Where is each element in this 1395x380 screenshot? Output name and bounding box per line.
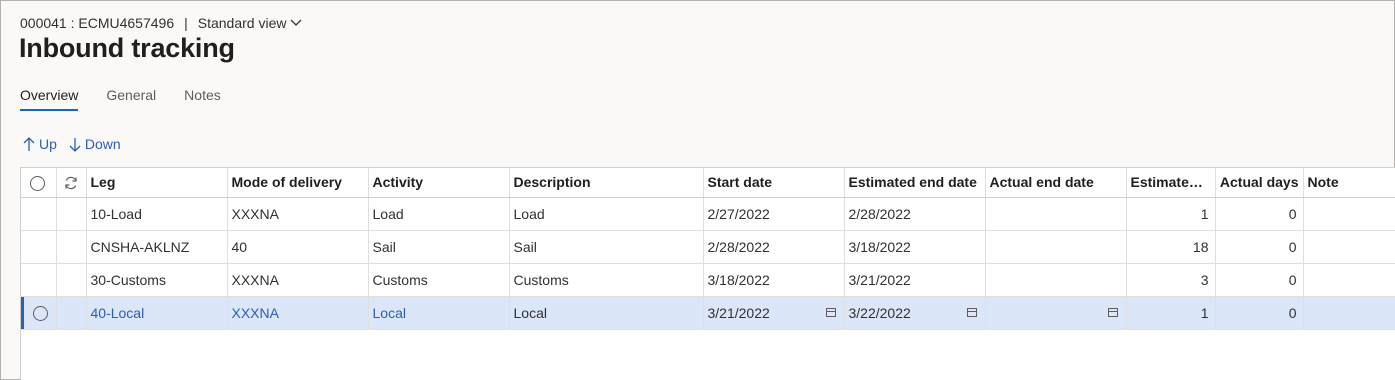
refresh-icon[interactable] (64, 176, 78, 190)
cell-note[interactable] (1303, 296, 1395, 330)
cell-estimated-days[interactable]: 3 (1126, 263, 1216, 297)
cell-activity[interactable]: Load (368, 197, 510, 231)
down-button-label: Down (84, 136, 121, 152)
table-row[interactable]: 30-Customs XXXNA Customs Customs 3/18/20… (21, 263, 1395, 297)
calendar-icon[interactable] (825, 307, 836, 317)
view-selector-label: Standard view (197, 15, 287, 31)
cell-estimated-days[interactable]: 1 (1126, 296, 1216, 330)
cell-mode[interactable]: XXXNA (227, 263, 369, 297)
col-header-actual-days[interactable]: Actual days (1215, 168, 1304, 198)
tab-notes[interactable]: Notes (184, 85, 221, 111)
record-id: 000041 : ECMU4657496 (20, 15, 175, 31)
col-header-estimated-end-date[interactable]: Estimated end date (844, 168, 986, 198)
cell-actual-end-date[interactable] (985, 296, 1127, 330)
up-button[interactable]: Up (23, 136, 57, 152)
cell-note[interactable] (1303, 230, 1395, 264)
chevron-down-icon (291, 19, 302, 26)
tab-overview[interactable]: Overview (20, 85, 79, 111)
col-header-actual-end-date[interactable]: Actual end date (985, 168, 1127, 198)
col-header-start-date[interactable]: Start date (703, 168, 845, 198)
col-header-description[interactable]: Description (509, 168, 704, 198)
header-separator: | (184, 15, 188, 31)
select-all-header[interactable] (21, 168, 57, 198)
row-selector[interactable] (21, 197, 57, 231)
grid-toolbar: Up Down (23, 133, 133, 155)
tab-general[interactable]: General (106, 85, 156, 111)
cell-mode[interactable]: 40 (227, 230, 369, 264)
calendar-icon[interactable] (966, 307, 977, 317)
col-header-estimated-days[interactable]: Estimated ... (1126, 168, 1216, 198)
cell-actual-end-date[interactable] (985, 230, 1127, 264)
cell-start-date[interactable]: 3/18/2022 (703, 263, 845, 297)
cell-note[interactable] (1303, 263, 1395, 297)
cell-activity[interactable]: Local (368, 296, 510, 330)
cell-start-date[interactable]: 2/28/2022 (703, 230, 845, 264)
col-header-note[interactable]: Note (1303, 168, 1395, 198)
col-header-leg[interactable]: Leg (86, 168, 228, 198)
start-date-value: 3/21/2022 (707, 304, 770, 321)
legs-grid: Leg Mode of delivery Activity Descriptio… (20, 167, 1395, 380)
table-row[interactable]: CNSHA-AKLNZ 40 Sail Sail 2/28/2022 3/18/… (21, 230, 1395, 264)
row-selector[interactable] (21, 296, 57, 330)
tab-bar: Overview General Notes (20, 85, 249, 113)
refresh-header[interactable] (56, 168, 87, 198)
cell-start-date[interactable]: 2/27/2022 (703, 197, 845, 231)
cell-estimated-end-date[interactable]: 2/28/2022 (844, 197, 986, 231)
row-spacer (56, 230, 87, 264)
cell-mode[interactable]: XXXNA (227, 296, 369, 330)
cell-leg[interactable]: 10-Load (86, 197, 228, 231)
arrow-down-icon (69, 137, 81, 152)
cell-actual-days[interactable]: 0 (1215, 230, 1304, 264)
cell-note[interactable] (1303, 197, 1395, 231)
cell-actual-days[interactable]: 0 (1215, 197, 1304, 231)
estimated-end-date-value: 3/22/2022 (848, 304, 911, 321)
cell-start-date[interactable]: 3/21/2022 (703, 296, 845, 330)
row-spacer (56, 296, 87, 330)
table-row[interactable]: 10-Load XXXNA Load Load 2/27/2022 2/28/2… (21, 197, 1395, 231)
row-spacer (56, 263, 87, 297)
cell-leg[interactable]: CNSHA-AKLNZ (86, 230, 228, 264)
cell-activity[interactable]: Sail (368, 230, 510, 264)
row-selector[interactable] (21, 263, 57, 297)
cell-actual-end-date[interactable] (985, 197, 1127, 231)
select-all-radio[interactable] (30, 175, 45, 191)
cell-estimated-end-date[interactable]: 3/18/2022 (844, 230, 986, 264)
cell-actual-days[interactable]: 0 (1215, 296, 1304, 330)
cell-leg[interactable]: 30-Customs (86, 263, 228, 297)
page-title: Inbound tracking (19, 33, 235, 63)
row-selector[interactable] (21, 230, 57, 264)
cell-activity[interactable]: Customs (368, 263, 510, 297)
cell-actual-days[interactable]: 0 (1215, 263, 1304, 297)
col-header-mode-of-delivery[interactable]: Mode of delivery (227, 168, 369, 198)
up-button-label: Up (39, 136, 57, 152)
col-header-activity[interactable]: Activity (368, 168, 510, 198)
cell-estimated-end-date[interactable]: 3/22/2022 (844, 296, 986, 330)
record-header: 000041 : ECMU4657496 | Standard view (20, 13, 302, 33)
cell-estimated-end-date[interactable]: 3/21/2022 (844, 263, 986, 297)
row-select-radio[interactable] (33, 305, 48, 321)
cell-description[interactable]: Local (509, 296, 704, 330)
down-button[interactable]: Down (69, 136, 121, 152)
calendar-icon[interactable] (1107, 307, 1118, 317)
cell-estimated-days[interactable]: 1 (1126, 197, 1216, 231)
cell-leg[interactable]: 40-Local (86, 296, 228, 330)
cell-actual-end-date[interactable] (985, 263, 1127, 297)
table-row-selected[interactable]: 40-Local XXXNA Local Local 3/21/2022 3/2… (21, 296, 1395, 330)
view-selector[interactable]: Standard view (198, 15, 303, 31)
arrow-up-icon (23, 136, 35, 151)
grid-header-row: Leg Mode of delivery Activity Descriptio… (21, 168, 1395, 198)
cell-description[interactable]: Load (509, 197, 704, 231)
row-spacer (56, 197, 87, 231)
cell-description[interactable]: Customs (509, 263, 704, 297)
cell-description[interactable]: Sail (509, 230, 704, 264)
cell-estimated-days[interactable]: 18 (1126, 230, 1216, 264)
page-frame: 000041 : ECMU4657496 | Standard view Inb… (0, 0, 1395, 380)
cell-mode[interactable]: XXXNA (227, 197, 369, 231)
